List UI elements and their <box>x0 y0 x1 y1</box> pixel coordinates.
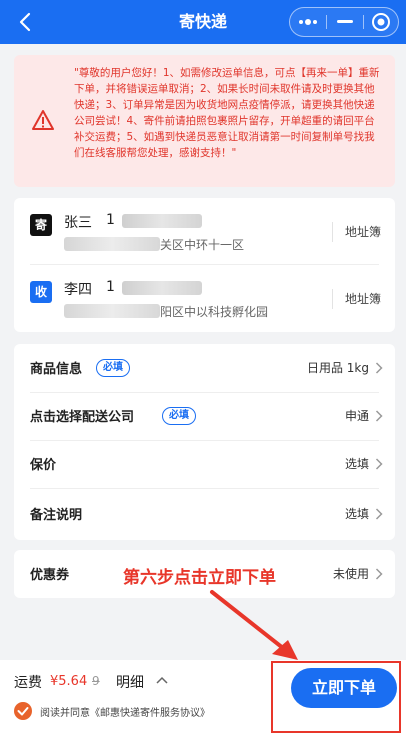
more-icon[interactable] <box>290 8 326 36</box>
sender-phone: 1 <box>106 212 115 228</box>
check-icon <box>17 707 29 716</box>
agree-checkbox[interactable] <box>14 702 32 720</box>
receiver-address: 阳区中以科技孵化园 <box>160 305 269 319</box>
goods-info-label: 商品信息 <box>30 362 83 377</box>
remark-row[interactable]: 备注说明 选填 <box>14 490 395 538</box>
close-target-icon[interactable] <box>363 8 399 36</box>
chevron-right-icon <box>375 508 383 520</box>
courier-value: 申通 <box>344 409 369 423</box>
fee-price: ¥5.64 <box>50 674 88 689</box>
chevron-right-icon <box>375 362 383 374</box>
annotation-arrow-icon <box>210 590 298 660</box>
goods-info-value: 日用品 1kg <box>306 361 369 375</box>
sender-address: 关区中环十一区 <box>160 238 245 252</box>
submit-order-button[interactable]: 立即下单 <box>291 668 397 708</box>
chevron-right-icon <box>375 458 383 470</box>
receiver-phone-masked <box>122 281 202 295</box>
warning-icon <box>32 110 54 130</box>
fee-original-price: 9 <box>92 674 100 688</box>
agreement-text[interactable]: 阅读并同意《邮惠快递寄件服务协议》 <box>40 704 210 719</box>
receiver-row[interactable]: 收 李四 1 阳区中以科技孵化园 地址簿 <box>14 265 395 331</box>
tutorial-annotation: 第六步点击立即下单 <box>123 568 276 588</box>
required-badge: 必填 <box>162 407 196 425</box>
courier-row[interactable]: 点击选择配送公司 必填 申通 <box>14 392 395 440</box>
receiver-name: 李四 <box>64 282 92 298</box>
nav-bar: 寄快递 <box>0 0 406 44</box>
coupon-label: 优惠券 <box>30 568 70 583</box>
sender-tag: 寄 <box>30 214 52 236</box>
fee-label: 运费 <box>14 675 42 691</box>
notice-text: "尊敬的用户您好！1、如需修改运单信息，可点【再来一单】重新下单，并将错误运单取… <box>74 67 380 159</box>
back-arrow-icon[interactable] <box>14 10 38 34</box>
address-card: 寄 张三 1 关区中环十一区 地址簿 收 李四 1 阳区中以科技孵化园 地址簿 <box>14 198 395 332</box>
sender-name: 张三 <box>64 215 92 231</box>
fee-detail-toggle[interactable]: 明细 <box>116 672 144 692</box>
order-form-card: 商品信息 必填 日用品 1kg 点击选择配送公司 必填 申通 保价 选填 备注说… <box>14 344 395 540</box>
goods-info-row[interactable]: 商品信息 必填 日用品 1kg <box>14 344 395 392</box>
receiver-tag: 收 <box>30 281 52 303</box>
miniprogram-capsule <box>289 7 399 37</box>
receiver-address-book-link[interactable]: 地址簿 <box>331 289 381 309</box>
receiver-address-masked <box>64 304 160 318</box>
remark-value: 选填 <box>344 507 369 521</box>
sender-address-book-link[interactable]: 地址簿 <box>331 222 381 242</box>
insurance-row[interactable]: 保价 选填 <box>14 440 395 488</box>
notice-banner: "尊敬的用户您好！1、如需修改运单信息，可点【再来一单】重新下单，并将错误运单取… <box>14 55 395 187</box>
sender-address-masked <box>64 237 160 251</box>
chevron-right-icon <box>375 410 383 422</box>
remark-label: 备注说明 <box>30 508 83 523</box>
courier-label: 点击选择配送公司 <box>30 410 135 425</box>
receiver-phone: 1 <box>106 279 115 295</box>
insurance-value: 选填 <box>344 457 369 471</box>
insurance-label: 保价 <box>30 458 57 473</box>
minimize-icon[interactable] <box>327 8 363 36</box>
required-badge: 必填 <box>96 359 130 377</box>
sender-phone-masked <box>122 214 202 228</box>
coupon-value: 未使用 <box>332 567 369 581</box>
chevron-right-icon <box>375 568 383 580</box>
sender-row[interactable]: 寄 张三 1 关区中环十一区 地址簿 <box>14 198 395 264</box>
chevron-up-icon[interactable] <box>156 675 168 685</box>
